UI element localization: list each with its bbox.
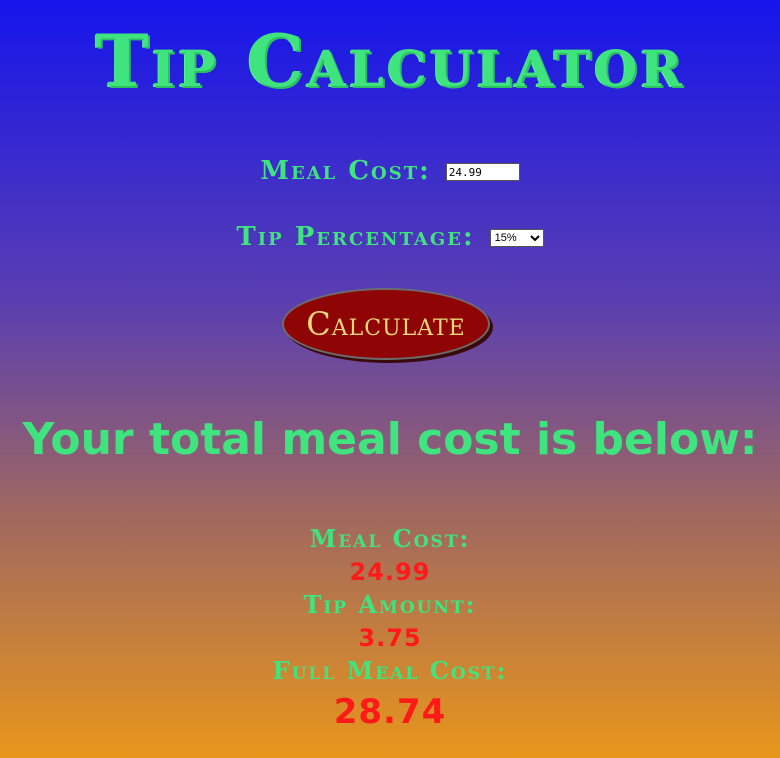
- result-meal-cost-value-row: 24.99: [0, 558, 780, 586]
- total-heading: Your total meal cost is below:: [22, 414, 758, 465]
- result-meal-cost-value: 24.99: [349, 558, 431, 586]
- result-full-meal-cost-label: Full Meal Cost:: [272, 656, 508, 685]
- calculate-button[interactable]: Calculate: [282, 288, 490, 360]
- tip-percentage-label: Tip Percentage:: [236, 222, 475, 252]
- result-tip-amount-value-row: 3.75: [0, 624, 780, 652]
- result-meal-cost-label-row: Meal Cost:: [0, 524, 780, 553]
- result-tip-amount-label-row: Tip Amount:: [0, 590, 780, 619]
- result-tip-amount-label: Tip Amount:: [303, 590, 477, 619]
- tip-percentage-select[interactable]: 15%: [489, 229, 544, 247]
- result-tip-amount-value: 3.75: [358, 624, 422, 652]
- result-meal-cost-label: Meal Cost:: [309, 524, 471, 553]
- tip-percentage-row: Tip Percentage: 15%: [0, 222, 780, 252]
- meal-cost-row: Meal Cost:: [0, 156, 780, 186]
- result-full-meal-cost-value: 28.74: [333, 692, 447, 732]
- meal-cost-label: Meal Cost:: [260, 156, 431, 186]
- meal-cost-input[interactable]: [445, 163, 520, 181]
- result-full-meal-cost-label-row: Full Meal Cost:: [0, 656, 780, 685]
- result-full-meal-cost-value-row: 28.74: [0, 692, 780, 732]
- page-title: Tip Calculator: [95, 18, 685, 103]
